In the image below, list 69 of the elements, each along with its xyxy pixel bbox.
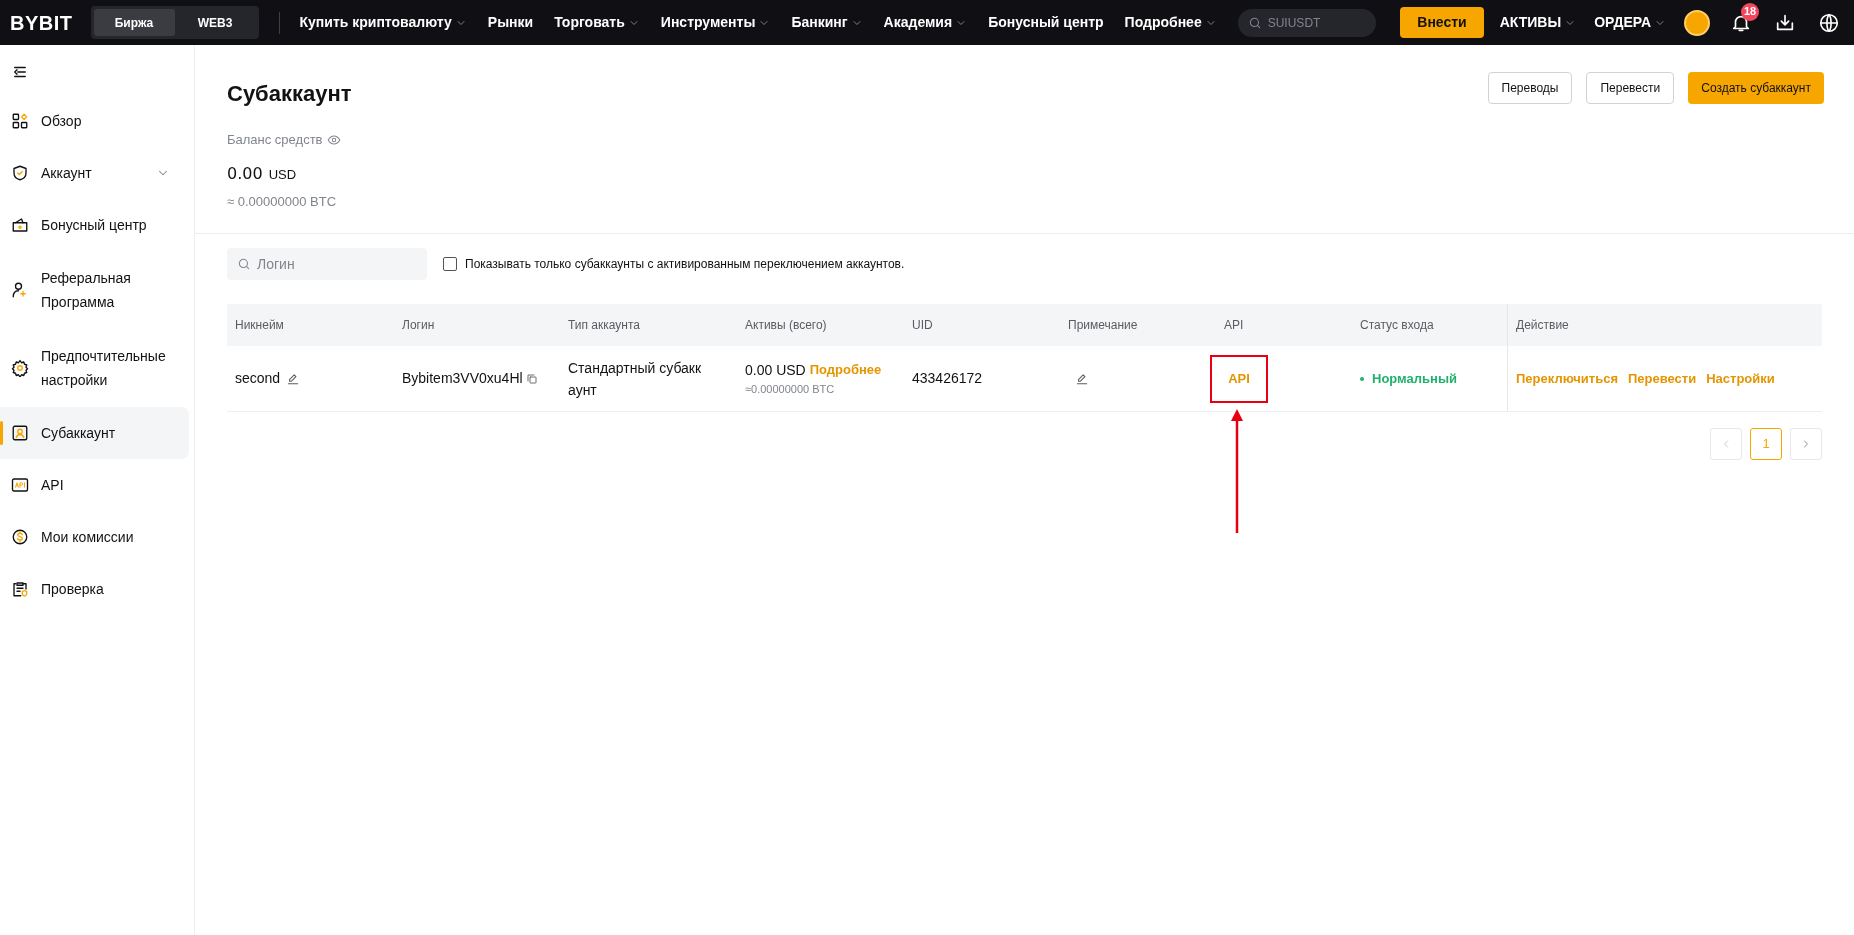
table-cell-text: Bybitem3VV0xu4Hl [402, 369, 523, 388]
avatar[interactable] [1684, 9, 1710, 36]
action-button[interactable]: Переводы [1487, 71, 1573, 104]
column-header: Статус входа [1360, 317, 1434, 334]
deposit-button[interactable]: Внести [1400, 7, 1484, 38]
table-cell-text: Стандартный субаккаунт [568, 358, 703, 400]
column-header: API [1224, 317, 1244, 334]
sidebar-item[interactable]: Предпочтительные настройки [0, 329, 189, 407]
search-icon [1247, 15, 1262, 30]
gear-icon [11, 359, 29, 377]
menu-link[interactable]: АКТИВЫ [1499, 12, 1577, 33]
logo[interactable]: BYBIT [10, 7, 73, 38]
table-cell-text: second [235, 369, 281, 388]
checkbox-label: Показывать только субаккаунты с активированным переключением аккаунтов. [465, 256, 905, 273]
column-header: Активы (всего) [745, 317, 827, 334]
action-button[interactable]: Создать субаккаунт [1688, 71, 1824, 104]
segment-tab[interactable]: WEB3 [174, 9, 256, 36]
edit-icon [286, 371, 301, 386]
nav-link[interactable]: Подробнее [1124, 12, 1217, 33]
search-field[interactable]: SUIUSDT [1237, 8, 1376, 37]
clipboard-icon [11, 580, 29, 598]
login-search-field[interactable]: Логин [227, 248, 427, 280]
column-header: Никнейм [235, 317, 284, 334]
sidebar-item[interactable]: API [0, 459, 189, 511]
balance-amount: 0.00 [227, 162, 263, 185]
sidebar-item[interactable]: Субаккаунт [0, 407, 189, 459]
sidebar-item[interactable]: Аккаунт [0, 147, 189, 199]
balance-label: Баланс средств [227, 131, 323, 149]
sidebar-item[interactable]: Мои комиссии [0, 511, 189, 563]
copy-icon [525, 372, 538, 385]
person-card-icon [11, 424, 29, 442]
nav-link[interactable]: Банкинг [791, 12, 863, 33]
column-header: Логин [402, 317, 435, 334]
sidebar-item[interactable]: Реферальная Программа [0, 251, 189, 329]
column-header: Действие [1516, 317, 1569, 334]
eye-icon [326, 132, 341, 147]
sidebar-item[interactable]: Обзор [0, 95, 189, 147]
status-text: Нормальный [1372, 369, 1457, 388]
nav-link[interactable]: Инструменты [660, 12, 771, 33]
nav-link[interactable]: Рынки [487, 12, 534, 33]
sidebar-item[interactable]: Проверка [0, 563, 189, 615]
edit-icon [1075, 371, 1089, 386]
api-icon [11, 476, 29, 494]
nav-link[interactable]: Бонусный центр [988, 12, 1104, 33]
table-cell-text: 0.00 USD [745, 360, 806, 380]
coin-icon [11, 528, 29, 546]
column-header: Тип аккаунта [568, 317, 640, 334]
table-cell: 433426172 [912, 370, 983, 386]
segment-tab[interactable]: Биржа [93, 9, 175, 36]
gift-icon [11, 216, 29, 234]
column-header: Примечание [1068, 317, 1138, 334]
shield-icon [11, 164, 29, 182]
action-button[interactable]: Перевести [1586, 71, 1675, 104]
balance-currency: USD [268, 165, 297, 184]
checkbox[interactable] [443, 257, 457, 271]
notification-badge: 18 [1741, 2, 1760, 21]
page-title: Субаккаунт [227, 80, 352, 108]
globe-icon [1818, 11, 1840, 34]
person-plus-icon [11, 281, 29, 299]
table-cell-text: ≈0.00000000 BTC [745, 381, 836, 397]
column-header: UID [912, 317, 933, 334]
grid-icon [11, 112, 29, 130]
search-icon [237, 257, 251, 271]
nav-link[interactable]: Торговать [554, 12, 640, 33]
nav-link[interactable]: Купить криптовалюту [299, 12, 467, 33]
nav-link[interactable]: Академия [883, 12, 968, 33]
sidebar-item[interactable]: Бонусный центр [0, 199, 189, 251]
balance-btc: ≈ 0.00000000 BTC [227, 192, 338, 211]
menu-link[interactable]: ОРДЕРА [1594, 12, 1666, 33]
